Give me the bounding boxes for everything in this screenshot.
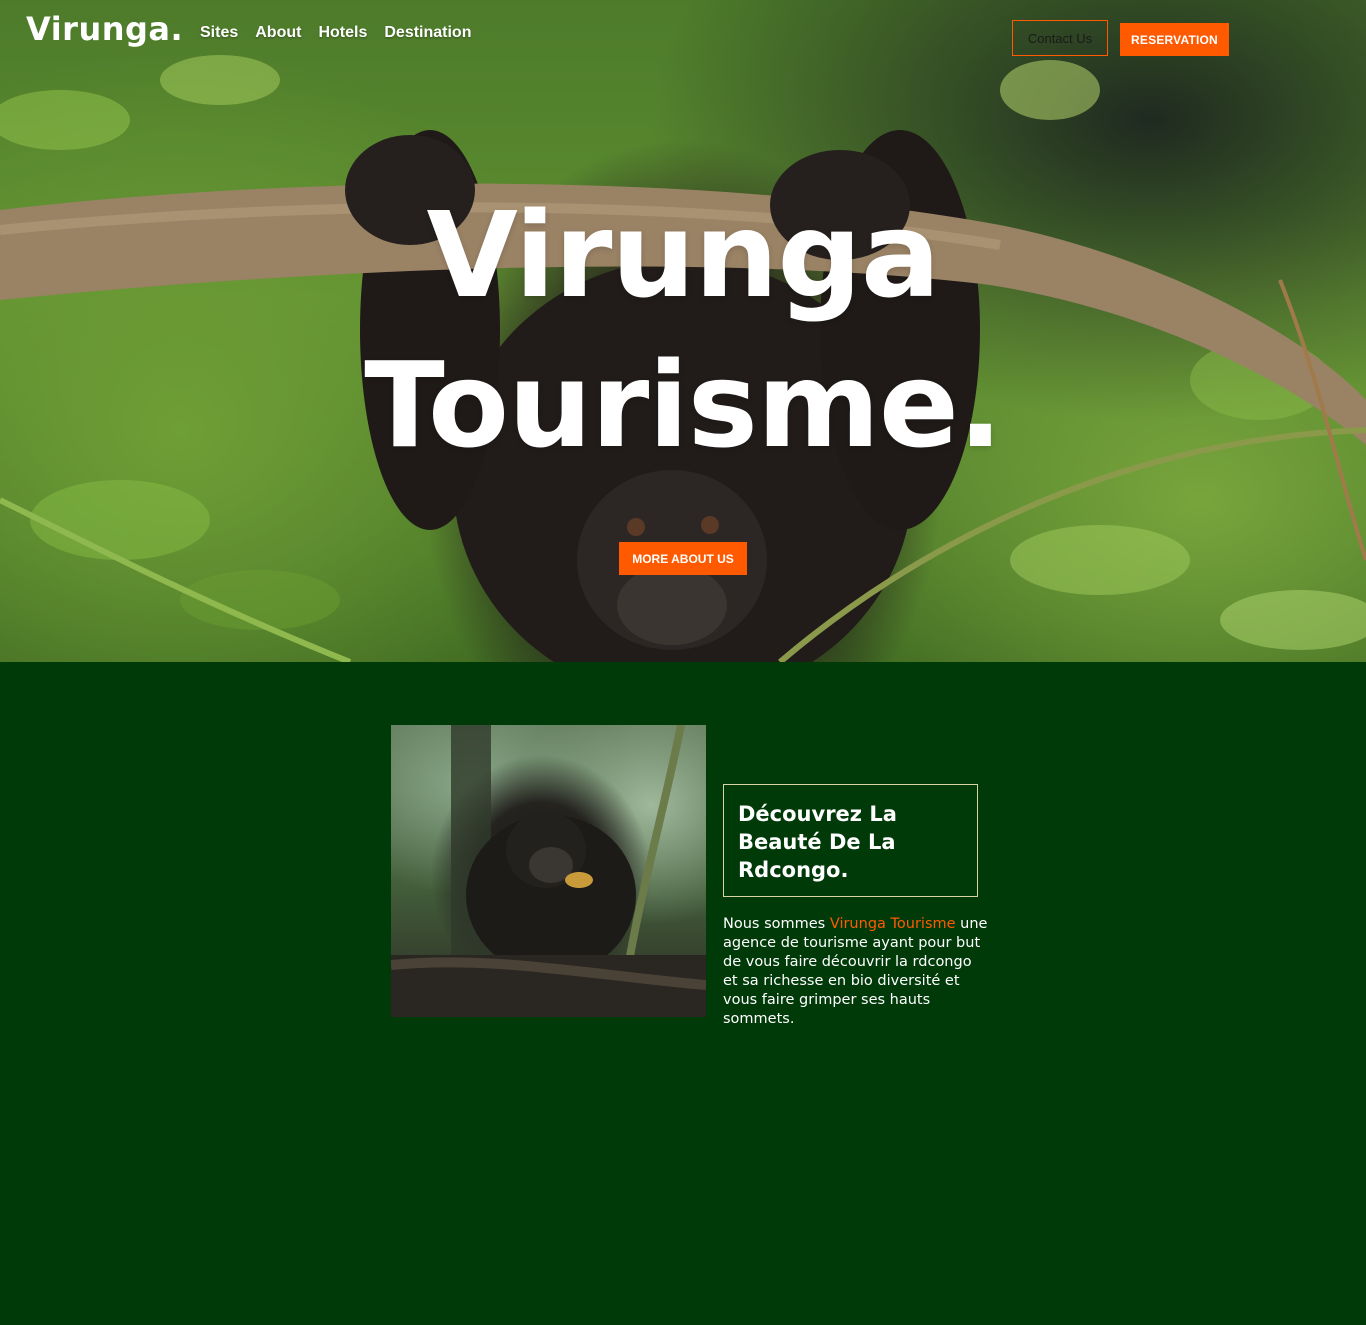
nav-link-about[interactable]: About	[255, 24, 301, 42]
nav-link-sites[interactable]: Sites	[200, 24, 238, 42]
main-nav: Sites About Hotels Destination	[200, 24, 488, 42]
nav-link-hotels[interactable]: Hotels	[318, 24, 367, 42]
hero-title: Virunga Tourisme.	[0, 180, 1366, 480]
about-text-after: une agence de tourisme ayant pour but de…	[723, 916, 988, 1027]
nav-link-destination[interactable]: Destination	[384, 24, 471, 42]
hero-section: Virunga. Sites About Hotels Destination …	[0, 0, 1366, 662]
hero-title-line-1: Virunga	[426, 186, 941, 324]
more-about-us-button[interactable]: MORE ABOUT US	[619, 542, 747, 575]
contact-us-button[interactable]: Contact Us	[1012, 20, 1108, 56]
site-logo[interactable]: Virunga.	[26, 10, 183, 48]
about-text-before: Nous sommes	[723, 916, 830, 932]
reservation-button[interactable]: RESERVATION	[1120, 23, 1229, 56]
about-heading: Découvrez La Beauté De La Rdcongo.	[738, 802, 897, 882]
brand-highlight: Virunga Tourisme	[829, 916, 956, 932]
chimpanzee-photo	[391, 725, 706, 1017]
about-description: Nous sommes Virunga Tourisme une agence …	[723, 915, 988, 1029]
about-heading-box: Découvrez La Beauté De La Rdcongo.	[723, 784, 978, 897]
hero-title-line-2: Tourisme.	[364, 336, 1003, 474]
